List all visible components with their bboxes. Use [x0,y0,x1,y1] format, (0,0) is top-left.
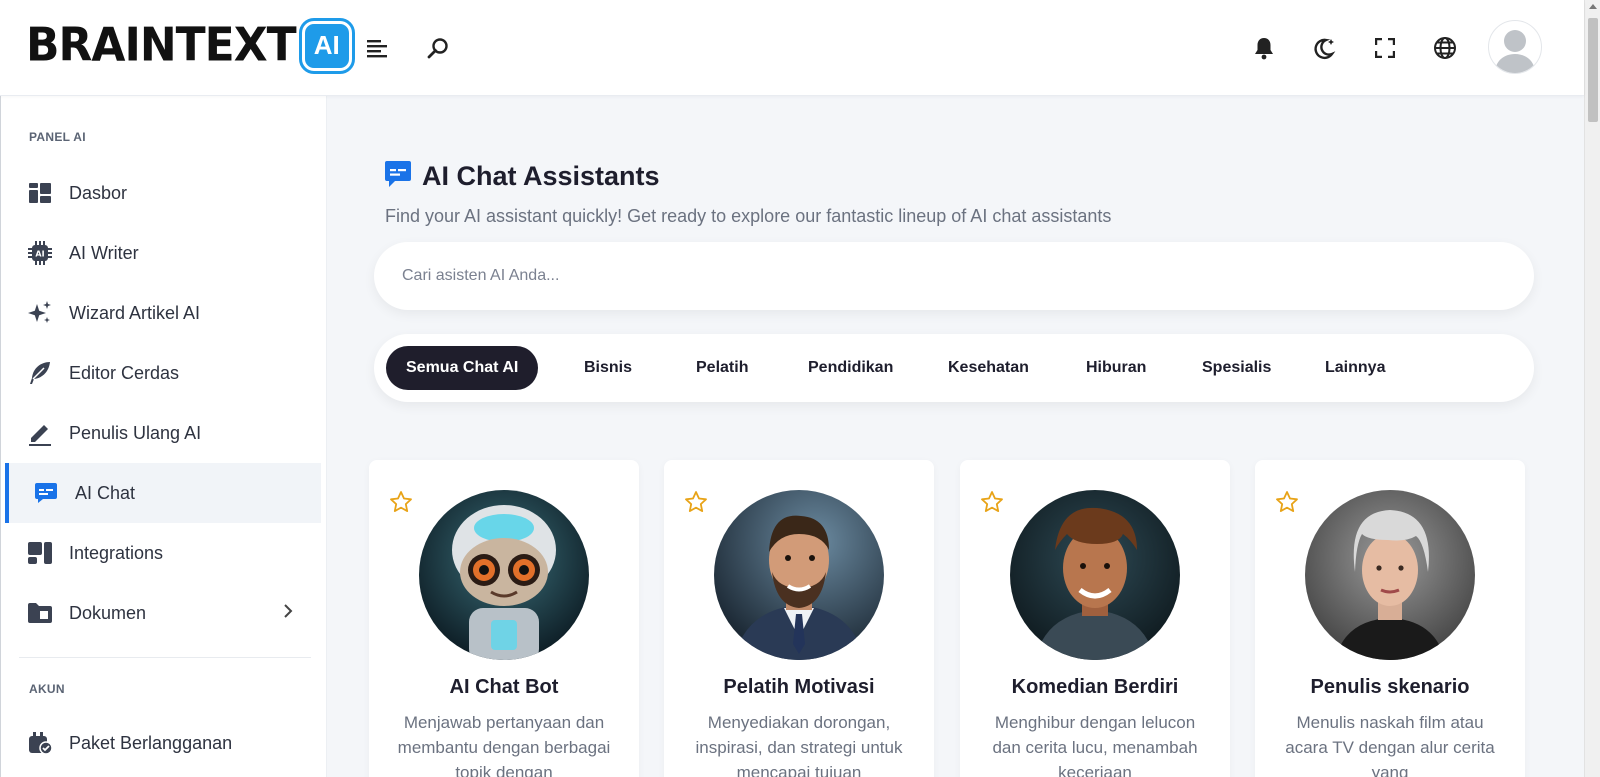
sidebar-item-ai-writer[interactable]: AI AI Writer [5,223,321,283]
stand-up-comedian-image [1010,490,1180,660]
sidebar-item-label: Penulis Ulang AI [69,422,202,443]
top-header: BRAINTEXT AI [0,0,1584,96]
main-content: AI Chat Assistants Find your AI assistan… [328,96,1584,777]
filter-chip-bisnis[interactable]: Bisnis [584,346,632,390]
chevron-right-icon [283,603,293,624]
favorite-star-icon[interactable] [684,490,708,519]
assistant-card[interactable]: Penulis skenario Menulis naskah film ata… [1255,460,1525,777]
motivational-coach-image [714,490,884,660]
section-label-akun: AKUN [29,682,65,696]
sidebar-item-penulis-ulang-ai[interactable]: Penulis Ulang AI [5,403,321,463]
sidebar-item-integrations[interactable]: Integrations [5,523,321,583]
folder-icon [27,600,53,626]
page-subtitle: Find your AI assistant quickly! Get read… [385,206,1112,226]
integrations-icon [27,540,53,566]
favorite-star-icon[interactable] [389,490,413,519]
sidebar-item-paket-berlangganan[interactable]: Paket Berlangganan [5,713,321,773]
sidebar-item-label: AI Writer [69,242,139,263]
assistant-card[interactable]: Komedian Berdiri Menghibur dengan leluco… [960,460,1230,777]
language-globe-icon[interactable] [1428,31,1462,65]
sidebar-item-label: Integrations [69,542,164,563]
section-label-panel-ai: PANEL AI [29,130,86,144]
filter-chip-pelatih[interactable]: Pelatih [696,346,748,390]
assistant-name: AI Chat Bot [449,676,559,698]
assistant-description: Menghibur dengan lelucon dan cerita lucu… [992,713,1198,777]
sidebar-item-wizard-artikel-ai[interactable]: Wizard Artikel AI [5,283,321,343]
assistant-name: Komedian Berdiri [1011,676,1179,698]
dark-mode-icon[interactable] [1307,31,1341,65]
pen-icon [27,420,53,446]
user-avatar[interactable] [1488,20,1542,74]
sidebar-item-label: Paket Berlangganan [69,732,233,753]
brand-ai-chip: AI [298,17,355,74]
filter-chip-spesialis[interactable]: Spesialis [1202,346,1271,390]
chat-bubble-icon [384,160,412,193]
brand-text: BRAINTEXT [26,18,297,73]
search-icon[interactable] [421,31,455,65]
feather-icon [27,360,53,386]
assistant-description: Menjawab pertanyaan dan membantu dengan … [397,713,611,777]
menu-toggle-icon[interactable] [361,31,395,65]
screenwriter-image [1305,490,1475,660]
sidebar-item-label: Editor Cerdas [69,362,180,383]
assistant-name: Penulis skenario [1310,676,1470,698]
notification-bell-icon[interactable] [1247,31,1281,65]
page-scrollbar[interactable] [1584,0,1600,777]
chat-icon [33,480,59,506]
filter-chip-pendidikan[interactable]: Pendidikan [808,346,893,390]
ai-chip-icon: AI [27,240,53,266]
assistant-search[interactable] [374,242,1534,310]
svg-text:AI: AI [35,250,44,259]
page-header: AI Chat Assistants [384,160,660,193]
category-filter-bar: Semua Chat AI Bisnis Pelatih Pendidikan … [374,334,1534,402]
assistant-description: Menyediakan dorongan, inspirasi, dan str… [695,713,903,777]
sidebar-item-ai-chat[interactable]: AI Chat [5,463,321,523]
sidebar-item-label: Dokumen [69,602,147,623]
assistant-description: Menulis naskah film atau acara TV dengan… [1285,713,1495,777]
sidebar-item-dokumen[interactable]: Dokumen [5,583,321,643]
subscription-icon [27,730,53,756]
filter-chip-semua-chat-ai[interactable]: Semua Chat AI [386,346,539,390]
sidebar-item-label: Dasbor [69,182,128,203]
fullscreen-icon[interactable] [1368,31,1402,65]
sidebar-item-label: AI Chat [75,482,136,503]
page-title: AI Chat Assistants [422,161,660,191]
robot-avatar-image [419,490,589,660]
sidebar: PANEL AI Dasbor AI AI Writer Wizard Arti… [0,96,327,777]
search-input[interactable] [402,267,1534,285]
favorite-star-icon[interactable] [980,490,1004,519]
assistant-card[interactable]: AI Chat Bot Menjawab pertanyaan dan memb… [369,460,639,777]
sidebar-item-editor-cerdas[interactable]: Editor Cerdas [5,343,321,403]
assistant-name: Pelatih Motivasi [723,676,875,698]
assistant-card[interactable]: Pelatih Motivasi Menyediakan dorongan, i… [664,460,934,777]
dashboard-icon [27,180,53,206]
filter-chip-kesehatan[interactable]: Kesehatan [948,346,1029,390]
scrollbar-thumb[interactable] [1588,18,1598,122]
sparkles-icon [27,300,53,326]
sidebar-divider [19,657,311,658]
sidebar-item-dasbor[interactable]: Dasbor [5,163,321,223]
brand-logo[interactable]: BRAINTEXT AI [26,17,355,74]
favorite-star-icon[interactable] [1275,490,1299,519]
sidebar-item-label: Wizard Artikel AI [69,302,201,323]
scroll-up-arrow-icon[interactable] [1589,4,1597,9]
filter-chip-hiburan[interactable]: Hiburan [1086,346,1146,390]
filter-chip-lainnya[interactable]: Lainnya [1325,346,1385,390]
